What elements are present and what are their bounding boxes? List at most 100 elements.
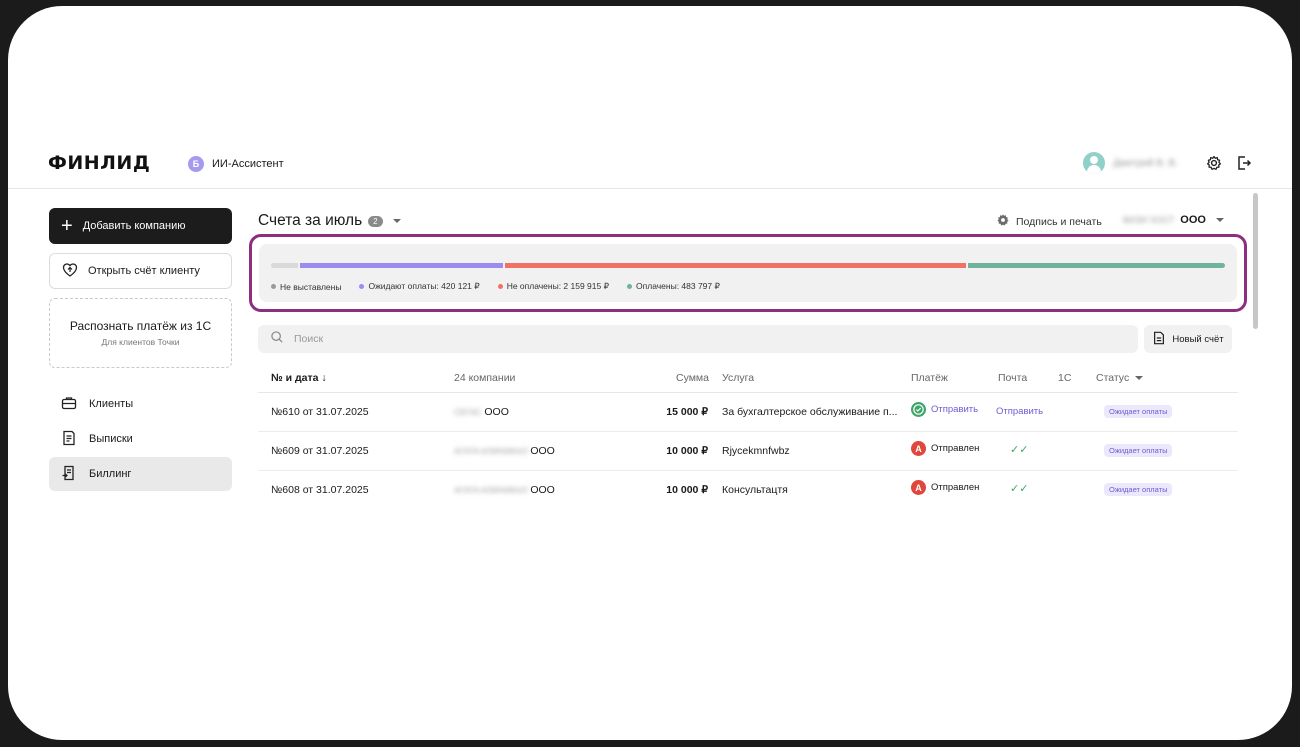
recognize-title: Распознать платёж из 1С [69, 319, 212, 333]
company-type: ООО [484, 406, 509, 418]
company-type: ООО [530, 445, 555, 457]
assistant-icon: Б [188, 156, 204, 172]
top-bar: ФИНЛИД Б ИИ-Ассистент Дмитрий В. В. [8, 146, 1292, 189]
add-company-button[interactable]: + Добавить компанию [49, 208, 232, 244]
status-badge: Ожидает оплаты [1104, 444, 1173, 457]
progress-segment [968, 263, 1225, 268]
recognize-subtitle: Для клиентов Точки [101, 337, 180, 347]
sidebar-item-billing[interactable]: Биллинг [49, 457, 232, 491]
double-check-icon: ✓✓ [1010, 483, 1029, 495]
billing-icon [61, 465, 77, 484]
payment-status: А Отправлен [911, 441, 979, 456]
progress-segment [504, 263, 967, 268]
scrollbar-thumb[interactable] [1253, 193, 1258, 329]
invoices-period-selector[interactable]: Счета за июль 2 [258, 212, 401, 230]
service-name: Rjycekmnfwbz [722, 445, 790, 457]
company-name: АГАТА-КЛИНИКАЛ [454, 446, 528, 456]
arrow-down-icon: ↓ [321, 372, 327, 384]
legend-label: Ожидают оплаты: 420 121 ₽ [368, 281, 480, 291]
ai-assistant-link[interactable]: Б ИИ-Ассистент [188, 156, 284, 172]
header-1c[interactable]: 1С [1058, 372, 1071, 384]
organization-name: ВИЗИ ХОСТ [1123, 215, 1175, 225]
header-status-filter[interactable]: Статус [1096, 372, 1144, 384]
recognize-payment-dropzone[interactable]: Распознать платёж из 1С Для клиентов Точ… [49, 298, 232, 368]
organization-type: ООО [1180, 214, 1206, 226]
payment-summary: Не выставлены Ожидают оплаты: 420 121 ₽ … [259, 244, 1237, 302]
statement-icon [61, 430, 77, 449]
legend-dot [359, 284, 365, 289]
new-invoice-button[interactable]: Новый счёт [1144, 325, 1232, 353]
sidebar-item-statements[interactable]: Выписки [49, 422, 232, 456]
invoice-number[interactable]: №610 от 31.07.2025 [271, 406, 369, 418]
sidebar-item-label: Выписки [89, 433, 133, 445]
progress-segment [299, 263, 503, 268]
open-invoice-button[interactable]: Открыть счёт клиенту [49, 253, 232, 289]
briefcase-icon [61, 395, 77, 414]
legend-dot [627, 284, 633, 289]
service-name: Консультацтя [722, 484, 788, 496]
search-input[interactable] [294, 333, 1094, 345]
assistant-label: ИИ-Ассистент [212, 158, 284, 170]
legend-paid[interactable]: Оплачены: 483 797 ₽ [627, 281, 720, 292]
payment-label: Отправить [931, 404, 979, 415]
header-label: Статус [1096, 372, 1130, 384]
gear-icon[interactable] [1205, 154, 1223, 172]
sign-print-button[interactable]: Подпись и печать [996, 213, 1102, 230]
scrollbar[interactable] [1251, 189, 1260, 499]
invoice-sum: 10 000 ₽ [666, 484, 708, 496]
sidebar-item-label: Клиенты [89, 398, 134, 410]
header-mail[interactable]: Почта [998, 372, 1027, 384]
logo[interactable]: ФИНЛИД [48, 152, 150, 174]
company-name: АГАТА-КЛИНИКАЛ [454, 485, 528, 495]
mail-send-link[interactable]: Отправить [996, 406, 1043, 417]
sidebar-item-label: Биллинг [89, 468, 132, 480]
check-icon [911, 402, 926, 417]
double-check-icon: ✓✓ [1010, 444, 1029, 456]
invoice-number[interactable]: №608 от 31.07.2025 [271, 484, 369, 496]
status-badge: Ожидает оплаты [1104, 405, 1173, 418]
heart-shield-icon [62, 262, 78, 281]
invoice-sum: 10 000 ₽ [666, 445, 708, 457]
header-companies[interactable]: 24 компании [454, 372, 515, 384]
user-menu[interactable]: Дмитрий В. В. [1083, 152, 1178, 174]
payment-label: Отправлен [931, 482, 980, 493]
payment-send-button[interactable]: Отправить [911, 402, 978, 417]
new-invoice-label: Новый счёт [1172, 333, 1224, 345]
header-label: № и дата [271, 372, 319, 384]
logout-icon[interactable] [1235, 154, 1253, 172]
sidebar-item-clients[interactable]: Клиенты [49, 387, 232, 421]
table-row[interactable]: №610 от 31.07.2025 СЕГАС ООО 15 000 ₽ За… [258, 393, 1238, 432]
search-icon [270, 330, 284, 349]
chevron-down-icon [1215, 218, 1224, 222]
add-company-label: Добавить компанию [82, 220, 186, 232]
count-badge: 2 [368, 215, 383, 227]
legend-unpaid[interactable]: Не оплачены: 2 159 915 ₽ [497, 281, 609, 292]
invoice-number[interactable]: №609 от 31.07.2025 [271, 445, 369, 457]
table-row[interactable]: №609 от 31.07.2025 АГАТА-КЛИНИКАЛ ООО 10… [258, 432, 1238, 471]
sign-print-label: Подпись и печать [1016, 215, 1102, 228]
header-payment[interactable]: Платёж [911, 372, 948, 384]
payment-progress-bar [271, 263, 1225, 268]
company-name: СЕГАС [454, 407, 482, 417]
user-name: Дмитрий В. В. [1113, 157, 1178, 169]
table-row[interactable]: №608 от 31.07.2025 АГАТА-КЛИНИКАЛ ООО 10… [258, 471, 1238, 510]
app-window: ФИНЛИД Б ИИ-Ассистент Дмитрий В. В. + До… [8, 6, 1292, 740]
header-service[interactable]: Услуга [722, 372, 754, 384]
progress-segment [271, 263, 298, 268]
legend-awaiting[interactable]: Ожидают оплаты: 420 121 ₽ [359, 281, 480, 292]
search-bar [258, 325, 1138, 353]
legend-dot [271, 284, 276, 289]
legend-not-issued[interactable]: Не выставлены [271, 281, 341, 292]
organization-selector[interactable]: ВИЗИ ХОСТ ООО [1123, 214, 1224, 226]
sort-number-date[interactable]: № и дата ↓ [271, 372, 327, 384]
alfa-bank-icon: А [911, 441, 926, 456]
summary-legend: Не выставлены Ожидают оплаты: 420 121 ₽ … [271, 281, 720, 292]
company-cell: СЕГАС ООО [454, 406, 509, 418]
gear-icon [996, 213, 1010, 230]
page-title: Счета за июль [258, 212, 363, 229]
plus-icon: + [61, 215, 73, 237]
header-sum[interactable]: Сумма [676, 372, 709, 384]
company-cell: АГАТА-КЛИНИКАЛ ООО [454, 484, 555, 496]
service-name: За бухгалтерское обслуживание п... [722, 406, 898, 418]
legend-dot [497, 284, 503, 289]
